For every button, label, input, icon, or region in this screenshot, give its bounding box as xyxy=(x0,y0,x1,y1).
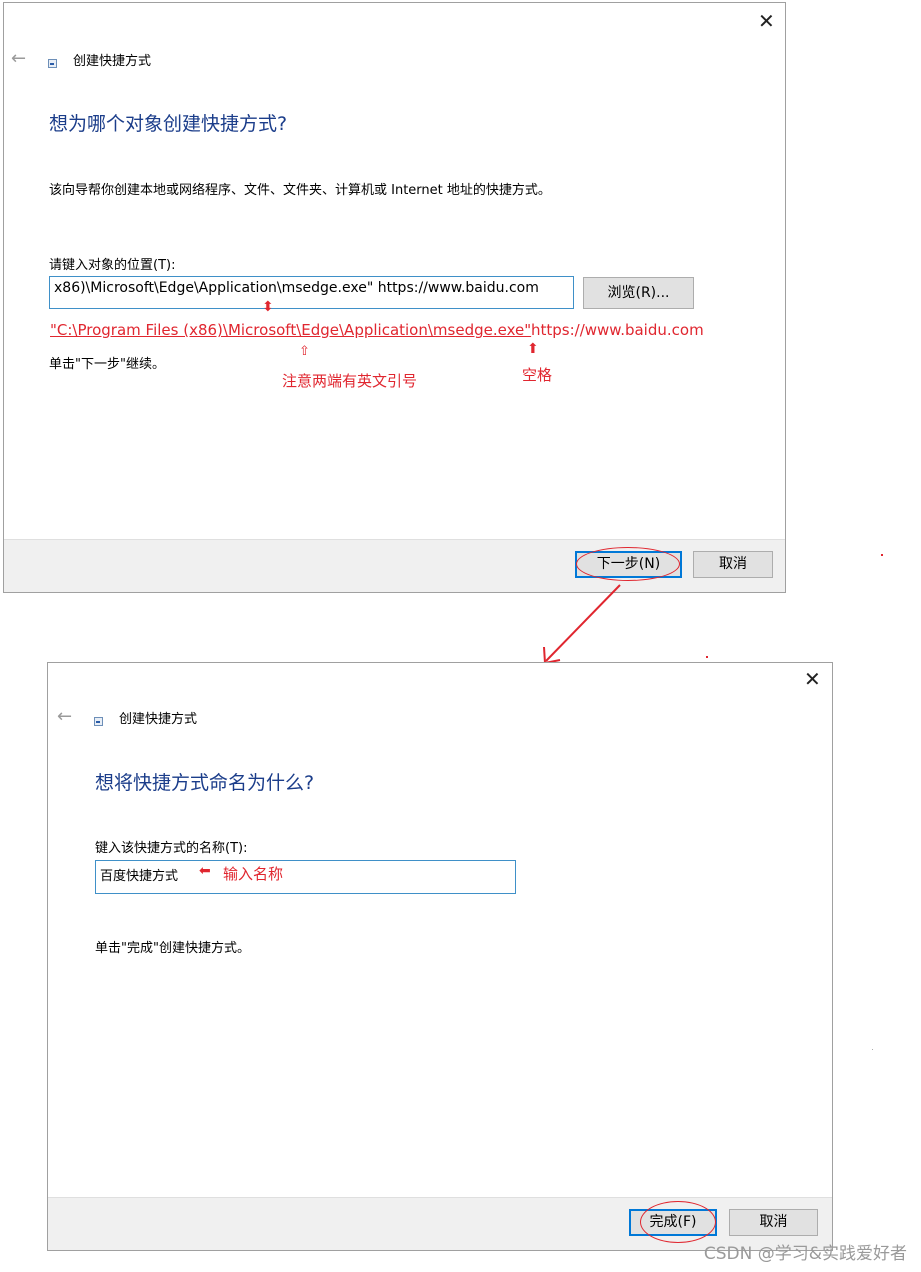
double-arrow-icon: ⬍ xyxy=(262,299,274,315)
close-icon[interactable]: ✕ xyxy=(758,11,775,31)
url-annotation: https://www.baidu.com xyxy=(531,321,704,339)
flow-arrow xyxy=(543,584,621,665)
shortcut-location-dialog: ✕ ← 创建快捷方式 想为哪个对象创建快捷方式? 该向导帮你创建本地或网络程序、… xyxy=(3,2,786,593)
shortcut-app-icon xyxy=(94,717,103,726)
marker-dot xyxy=(706,656,708,658)
finish-button-highlight xyxy=(640,1201,716,1243)
cancel-button[interactable]: 取消 xyxy=(693,551,773,578)
shortcut-app-icon xyxy=(48,59,57,68)
marker-dot xyxy=(872,1049,873,1050)
watermark: CSDN @学习&实践爱好者 xyxy=(703,1244,907,1264)
continue-instruction: 单击"下一步"继续。 xyxy=(49,357,165,372)
wizard-description: 该向导帮你创建本地或网络程序、文件、文件夹、计算机或 Internet 地址的快… xyxy=(49,183,551,198)
cancel-button[interactable]: 取消 xyxy=(729,1209,818,1236)
up-arrow-icon: ⬆ xyxy=(527,341,539,357)
page-heading: 想将快捷方式命名为什么? xyxy=(95,772,315,794)
full-path-annotation: "C:\Program Files (x86)\Microsoft\Edge\A… xyxy=(50,321,532,339)
finish-instruction: 单击"完成"创建快捷方式。 xyxy=(95,941,250,956)
window-title: 创建快捷方式 xyxy=(119,712,198,727)
shortcut-name-input[interactable]: 百度快捷方式 xyxy=(95,860,516,894)
window-title: 创建快捷方式 xyxy=(73,54,152,69)
location-input[interactable]: x86)\Microsoft\Edge\Application\msedge.e… xyxy=(49,276,574,309)
back-arrow-icon[interactable]: ← xyxy=(11,50,26,68)
left-arrow-icon: ⬅ xyxy=(199,863,211,879)
marker-dot xyxy=(881,554,883,556)
quotes-note: 注意两端有英文引号 xyxy=(282,372,418,390)
name-label: 键入该快捷方式的名称(T): xyxy=(95,841,248,856)
up-arrow-outline-icon: ⇧ xyxy=(299,344,310,359)
browse-button[interactable]: 浏览(R)... xyxy=(583,277,694,309)
location-label: 请键入对象的位置(T): xyxy=(49,258,176,273)
page-heading: 想为哪个对象创建快捷方式? xyxy=(49,113,288,135)
close-icon[interactable]: ✕ xyxy=(804,669,821,689)
space-note: 空格 xyxy=(522,366,553,384)
back-arrow-icon[interactable]: ← xyxy=(57,708,72,726)
name-note: 输入名称 xyxy=(223,865,284,883)
shortcut-name-dialog: ✕ ← 创建快捷方式 想将快捷方式命名为什么? 键入该快捷方式的名称(T): 百… xyxy=(47,662,833,1251)
next-button-highlight xyxy=(576,547,680,581)
